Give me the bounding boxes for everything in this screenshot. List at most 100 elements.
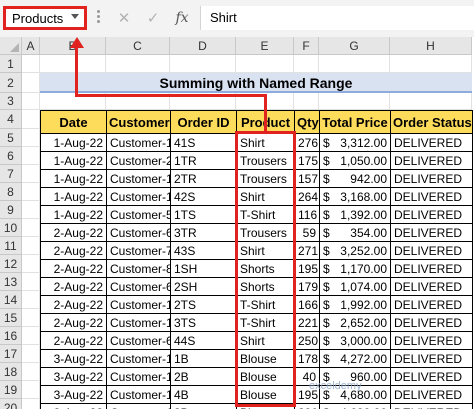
cell-date[interactable]: 2-Aug-22 <box>40 277 107 296</box>
cell-order-status[interactable]: DELIVERED <box>390 295 473 314</box>
cell-customer[interactable]: Customer-6 <box>106 331 171 350</box>
cell-qty[interactable]: 264 <box>294 187 320 206</box>
cell-order-status[interactable]: DELIVERED <box>390 133 473 152</box>
cell-customer[interactable]: Customer-1 <box>106 133 171 152</box>
cell-customer[interactable]: Customer-15 <box>106 385 171 404</box>
cell-qty[interactable]: 271 <box>294 241 320 260</box>
cell-order-status[interactable]: DELIVERED <box>390 403 473 409</box>
cell-customer[interactable]: Customer-16 <box>106 403 171 409</box>
row-header-8[interactable]: 8 <box>0 183 22 201</box>
grid-cell[interactable] <box>22 147 40 165</box>
enter-icon[interactable]: ✓ <box>143 8 163 28</box>
cell-date[interactable]: 1-Aug-22 <box>40 133 107 152</box>
cell-order-id[interactable]: 3TS <box>170 313 237 332</box>
cell-total-price[interactable]: $1,392.00 <box>319 205 391 224</box>
grid-cell[interactable] <box>319 55 390 73</box>
cancel-icon[interactable]: ✕ <box>114 8 134 28</box>
cell-total-price[interactable]: $3,000.00 <box>319 331 391 350</box>
grid-cell[interactable] <box>22 55 40 73</box>
cell-qty[interactable]: 116 <box>294 205 320 224</box>
grid-cell[interactable] <box>22 183 40 201</box>
grid-cell[interactable] <box>22 73 40 93</box>
cell-customer[interactable]: Customer-6 <box>106 223 171 242</box>
row-header-3[interactable]: 3 <box>0 93 22 110</box>
row-header-9[interactable]: 9 <box>0 201 22 219</box>
cell-order-status[interactable]: DELIVERED <box>390 331 473 350</box>
cell-order-id[interactable]: 41S <box>170 133 237 152</box>
cell-qty[interactable]: 175 <box>294 151 320 170</box>
header-order-status[interactable]: Order Status <box>390 110 473 134</box>
grid-cell[interactable] <box>22 363 40 381</box>
grid-cell[interactable] <box>22 399 40 409</box>
grid-cell[interactable] <box>22 129 40 147</box>
cell-date[interactable]: 2-Aug-22 <box>40 295 107 314</box>
cell-order-id[interactable]: 2TR <box>170 169 237 188</box>
row-header-6[interactable]: 6 <box>0 147 22 165</box>
row-header-7[interactable]: 7 <box>0 165 22 183</box>
cell-customer[interactable]: Customer-5 <box>106 205 171 224</box>
cell-total-price[interactable]: $3,312.00 <box>319 133 391 152</box>
column-header-h[interactable]: H <box>390 37 472 55</box>
cell-total-price[interactable]: $1,170.00 <box>319 259 391 278</box>
grid-cell[interactable] <box>390 93 472 110</box>
grid-cell[interactable] <box>106 55 170 73</box>
cell-order-status[interactable]: DELIVERED <box>390 313 473 332</box>
cell-total-price[interactable]: $3,252.00 <box>319 241 391 260</box>
cell-order-status[interactable]: DELIVERED <box>390 169 473 188</box>
row-header-12[interactable]: 12 <box>0 255 22 273</box>
cell-qty[interactable]: 59 <box>294 223 320 242</box>
cell-order-id[interactable]: 43S <box>170 241 237 260</box>
insert-function-icon[interactable]: fx <box>172 8 192 28</box>
cell-order-status[interactable]: DELIVERED <box>390 367 473 386</box>
cell-order-id[interactable]: 1SH <box>170 259 237 278</box>
cell-order-status[interactable]: DELIVERED <box>390 349 473 368</box>
grid-cell[interactable] <box>22 237 40 255</box>
cell-order-status[interactable]: DELIVERED <box>390 187 473 206</box>
cell-qty[interactable]: 166 <box>294 295 320 314</box>
grid-cell[interactable] <box>22 273 40 291</box>
cell-date[interactable]: 1-Aug-22 <box>40 151 107 170</box>
name-box-dropdown-icon[interactable] <box>71 14 79 19</box>
column-header-d[interactable]: D <box>170 37 236 55</box>
row-header-20[interactable]: 20 <box>0 399 22 409</box>
column-header-c[interactable]: C <box>106 37 170 55</box>
cell-order-status[interactable]: DELIVERED <box>390 259 473 278</box>
cell-qty[interactable]: 178 <box>294 349 320 368</box>
row-header-2[interactable]: 2 <box>0 73 22 93</box>
column-header-g[interactable]: G <box>319 37 390 55</box>
cell-date[interactable]: 1-Aug-22 <box>40 187 107 206</box>
cell-customer[interactable]: Customer-2 <box>106 151 171 170</box>
cell-total-price[interactable]: $354.00 <box>319 223 391 242</box>
header-date[interactable]: Date <box>40 110 107 134</box>
cell-total-price[interactable]: $942.00 <box>319 169 391 188</box>
cell-customer[interactable]: Customer-10 <box>106 295 171 314</box>
select-all-button[interactable] <box>0 37 22 55</box>
cell-order-id[interactable]: 44S <box>170 331 237 350</box>
cell-order-id[interactable]: 2SH <box>170 277 237 296</box>
grid-cell[interactable] <box>22 291 40 309</box>
cell-customer[interactable]: Customer-8 <box>106 259 171 278</box>
cell-date[interactable]: 2-Aug-22 <box>40 241 107 260</box>
grid-cell[interactable] <box>236 55 294 73</box>
grid-cell[interactable] <box>22 255 40 273</box>
cell-order-id[interactable]: 42S <box>170 187 237 206</box>
name-box-value[interactable]: Products <box>12 11 63 26</box>
grid-cell[interactable] <box>390 55 472 73</box>
cell-date[interactable]: 1-Aug-22 <box>40 169 107 188</box>
row-header-18[interactable]: 18 <box>0 363 22 381</box>
formula-input[interactable]: Shirt <box>200 6 474 30</box>
cell-date[interactable]: 1-Aug-22 <box>40 205 107 224</box>
grid-cell[interactable] <box>22 93 40 110</box>
cell-customer[interactable]: Customer-6 <box>106 277 171 296</box>
drag-handle-icon[interactable] <box>97 10 100 27</box>
header-order-id[interactable]: Order ID <box>170 110 237 134</box>
cell-order-id[interactable]: 1TS <box>170 205 237 224</box>
row-header-4[interactable]: 4 <box>0 110 22 129</box>
column-header-f[interactable]: F <box>294 37 319 55</box>
cell-order-id[interactable]: 4B <box>170 385 237 404</box>
cell-total-price[interactable]: $2,652.00 <box>319 313 391 332</box>
cell-order-id[interactable]: 1B <box>170 349 237 368</box>
cell-total-price[interactable]: $1,050.00 <box>319 151 391 170</box>
row-header-5[interactable]: 5 <box>0 129 22 147</box>
grid-cell[interactable] <box>22 201 40 219</box>
